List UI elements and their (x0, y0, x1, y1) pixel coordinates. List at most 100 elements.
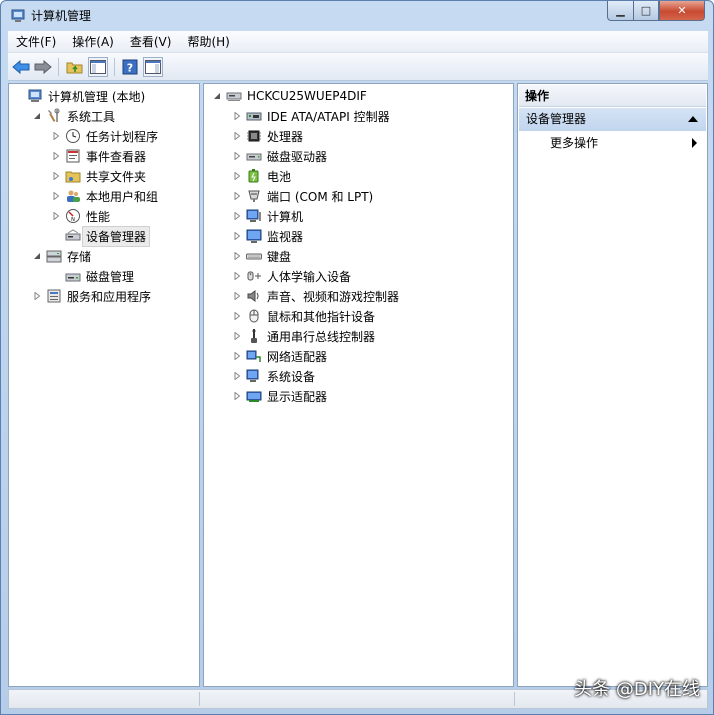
forward-button[interactable] (33, 57, 53, 77)
title-bar[interactable]: 计算机管理 ▁ □ ✕ (1, 1, 713, 31)
expand-arrow-icon[interactable] (51, 191, 61, 201)
tree-item[interactable]: 本地用户和组 (51, 186, 158, 206)
tree-item[interactable]: N 性能 (51, 206, 110, 226)
device-category-item[interactable]: 网络适配器 (232, 346, 327, 366)
expand-arrow-icon[interactable] (232, 131, 242, 141)
help-button[interactable]: ? (120, 57, 140, 77)
device-category-label: 磁盘驱动器 (267, 149, 328, 164)
maximize-button[interactable]: □ (633, 1, 659, 21)
network-adapter-icon (246, 350, 261, 362)
expand-arrow-icon[interactable] (232, 151, 242, 161)
collapse-arrow-icon[interactable] (212, 91, 222, 101)
expand-arrow-icon[interactable] (51, 211, 61, 221)
back-arrow-icon (12, 59, 30, 75)
submenu-arrow-icon[interactable] (692, 138, 697, 148)
tree-item-label: 存储 (67, 249, 92, 264)
collapse-arrow-icon[interactable] (32, 111, 42, 121)
close-icon: ✕ (677, 4, 687, 17)
toolbar: ? (8, 53, 708, 81)
console-tree-pane[interactable]: 计算机管理 (本地) 系统工具任务计划程序事件查看器 共享文件夹 本地用户和组 N 性能设… (8, 83, 200, 687)
minimize-button[interactable]: ▁ (607, 1, 633, 21)
device-category-item[interactable]: 通用串行总线控制器 (232, 326, 375, 346)
menu-action[interactable]: 操作(A) (64, 31, 122, 53)
tree-item[interactable]: 计算机管理 (本地) (13, 86, 145, 106)
menu-view[interactable]: 查看(V) (122, 31, 180, 53)
expand-arrow-icon[interactable] (232, 171, 242, 181)
close-button[interactable]: ✕ (659, 1, 705, 21)
device-category-item[interactable]: 键盘 (232, 246, 291, 266)
device-category-item[interactable]: 系统设备 (232, 366, 315, 386)
back-button[interactable] (11, 57, 31, 77)
device-category-item[interactable]: 端口 (COM 和 LPT) (232, 186, 373, 206)
device-category-label: 显示适配器 (267, 389, 328, 404)
performance-icon: N (66, 209, 80, 223)
expand-arrow-icon[interactable] (51, 131, 61, 141)
expand-arrow-icon[interactable] (232, 251, 242, 261)
expand-arrow-icon[interactable] (232, 211, 242, 221)
expand-arrow-icon[interactable] (232, 351, 242, 361)
device-category-item[interactable]: 电池 (232, 166, 291, 186)
expand-arrow-icon[interactable] (232, 391, 242, 401)
processor-icon (247, 130, 261, 142)
battery-icon (248, 169, 259, 183)
menu-help[interactable]: 帮助(H) (179, 31, 237, 53)
expand-arrow-icon[interactable] (232, 291, 242, 301)
show-hide-action-pane-button[interactable] (143, 57, 163, 77)
watermark: 头条 @DIY在线 (574, 679, 700, 700)
mouse-icon (249, 309, 259, 323)
device-list-pane[interactable]: HCKCU25WUEP4DIF IDE ATA/ATAPI 控制器处理器磁盘驱动… (203, 83, 514, 687)
device-category-item[interactable]: 监视器 (232, 226, 303, 246)
expand-arrow-icon[interactable] (232, 271, 242, 281)
users-icon (67, 190, 80, 202)
tree-item[interactable]: 事件查看器 (51, 146, 146, 166)
device-category-item[interactable]: IDE ATA/ATAPI 控制器 (232, 106, 390, 126)
device-category-item[interactable]: 磁盘驱动器 (232, 146, 327, 166)
event-viewer-icon (66, 149, 80, 163)
tree-item[interactable]: 磁盘管理 (51, 266, 134, 286)
expand-arrow-icon[interactable] (232, 371, 242, 381)
tree-item[interactable]: 任务计划程序 (51, 126, 158, 146)
expand-arrow-icon[interactable] (232, 191, 242, 201)
usb-icon (251, 329, 257, 343)
expand-arrow-icon[interactable] (32, 291, 42, 301)
help-icon: ? (122, 59, 138, 75)
tree-item-label: 性能 (86, 209, 111, 224)
tree-item[interactable]: 系统工具 (32, 106, 115, 126)
show-hide-console-tree-button[interactable] (88, 57, 108, 77)
menu-file[interactable]: 文件(F) (8, 31, 64, 53)
collapse-arrow-icon[interactable] (32, 251, 42, 261)
expand-arrow-icon[interactable] (232, 111, 242, 121)
device-category-item[interactable]: 显示适配器 (232, 386, 327, 406)
actions-section-device-manager[interactable]: 设备管理器 (519, 108, 706, 131)
tree-item[interactable]: 共享文件夹 (51, 166, 146, 186)
expand-arrow-icon[interactable] (232, 231, 242, 241)
expand-arrow-icon[interactable] (232, 331, 242, 341)
device-category-item[interactable]: 处理器 (232, 126, 303, 146)
tree-item-label: 任务计划程序 (86, 129, 159, 144)
tree-item[interactable]: 服务和应用程序 (32, 286, 151, 306)
collapse-up-icon[interactable] (688, 116, 698, 122)
hid-icon (247, 271, 261, 281)
tree-item[interactable]: 存储 (32, 246, 91, 266)
device-root-item[interactable]: HCKCU25WUEP4DIF (212, 86, 367, 106)
expand-arrow-icon[interactable] (232, 311, 242, 321)
device-category-item[interactable]: 鼠标和其他指针设备 (232, 306, 375, 326)
device-category-item[interactable]: 声音、视频和游戏控制器 (232, 286, 399, 306)
expand-arrow-icon[interactable] (51, 151, 61, 161)
expand-arrow-icon[interactable] (51, 171, 61, 181)
device-category-item[interactable]: 计算机 (232, 206, 303, 226)
maximize-icon: □ (640, 4, 652, 17)
actions-section-label: 设备管理器 (526, 112, 587, 126)
device-category-label: 键盘 (267, 249, 292, 264)
sound-icon (247, 290, 259, 302)
svg-text:?: ? (127, 62, 133, 75)
device-category-item[interactable]: 人体学输入设备 (232, 266, 351, 286)
tree-item[interactable]: 设备管理器 (51, 225, 151, 247)
up-one-level-button[interactable] (65, 57, 85, 77)
more-actions-item[interactable]: 更多操作 (550, 134, 598, 152)
device-root-label: HCKCU25WUEP4DIF (247, 89, 367, 103)
device-category-label: IDE ATA/ATAPI 控制器 (267, 109, 390, 124)
computer-management-window: 计算机管理 ▁ □ ✕ 文件(F) 操作(A) 查看(V) 帮助(H) ? 计算… (0, 0, 714, 715)
